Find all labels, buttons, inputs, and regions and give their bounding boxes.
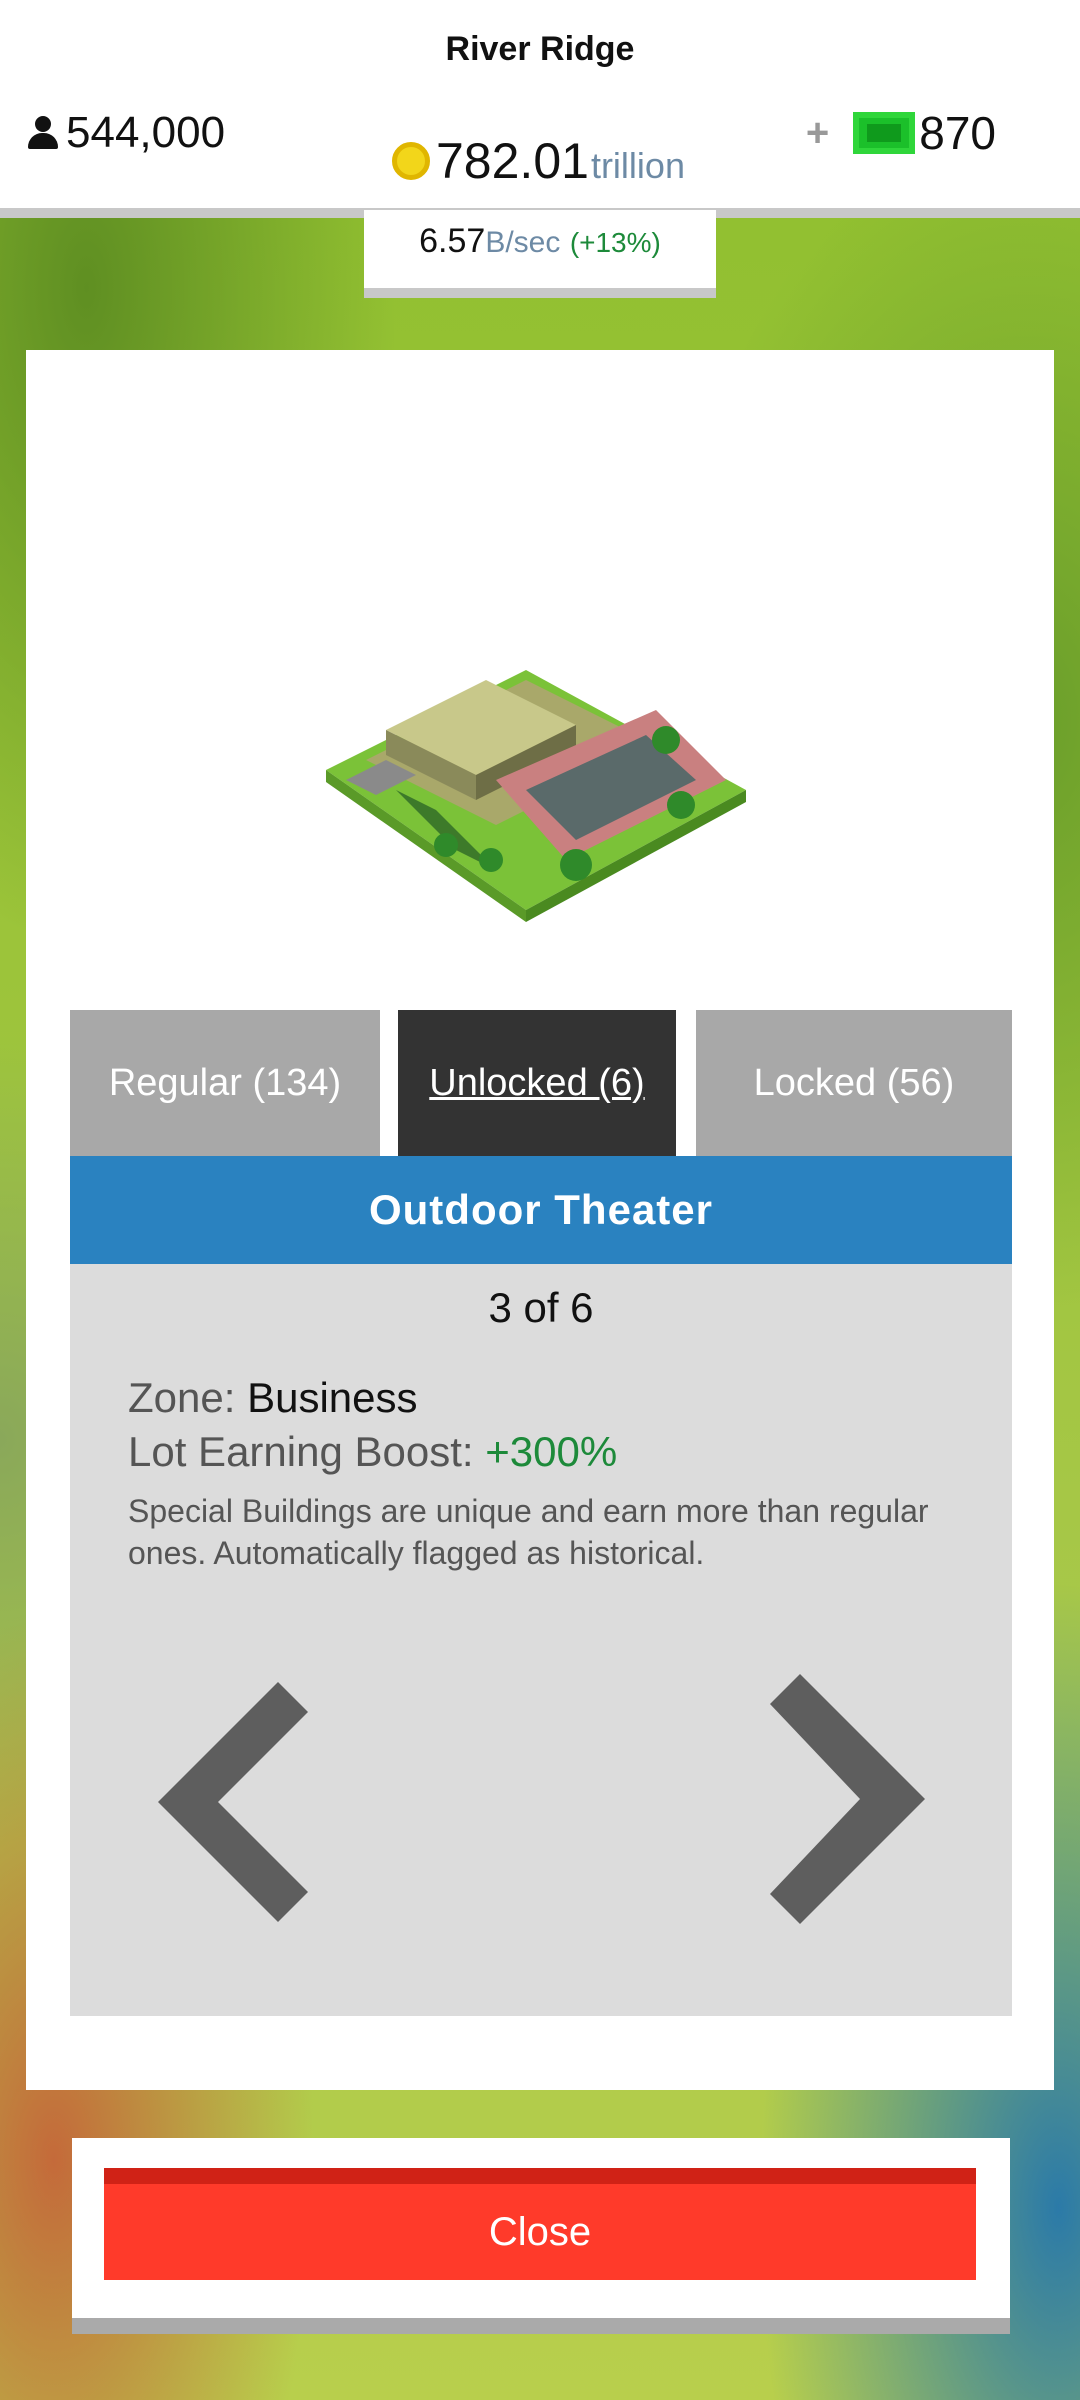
chevron-right-icon[interactable]: [760, 1674, 960, 1934]
money-display: 782.01 trillion: [392, 132, 685, 190]
rate-unit: B/sec: [485, 226, 561, 259]
building-image: [326, 670, 746, 922]
income-rate: 6.57B/sec (+13%): [364, 210, 716, 298]
zone-line: Zone: Business: [128, 1374, 418, 1422]
building-info: 3 of 6 Zone: Business Lot Earning Boost:…: [70, 1264, 1012, 2016]
building-tabs: Regular (134) Unlocked (6) Locked (56): [70, 1010, 1012, 1156]
person-icon: [26, 116, 60, 150]
building-counter: 3 of 6: [488, 1284, 594, 1331]
zone-value: Business: [247, 1374, 418, 1421]
coin-icon: [392, 142, 430, 180]
tab-locked[interactable]: Locked (56): [696, 1010, 1012, 1156]
money-unit: trillion: [590, 145, 685, 186]
top-bar: River Ridge 544,000 782.01 trillion + 87…: [0, 0, 1080, 218]
building-description: Special Buildings are unique and earn mo…: [128, 1493, 929, 1571]
gems-display[interactable]: + 870: [806, 106, 996, 160]
boost-value: +300%: [485, 1428, 618, 1475]
money-value: 782.01: [436, 133, 589, 189]
zone-label: Zone:: [128, 1374, 236, 1421]
add-gems-button[interactable]: +: [806, 111, 829, 156]
close-button[interactable]: Close: [104, 2168, 976, 2280]
boost-line: Lot Earning Boost: +300%: [128, 1428, 617, 1476]
tab-regular[interactable]: Regular (134): [70, 1010, 380, 1156]
tab-unlocked[interactable]: Unlocked (6): [398, 1010, 676, 1156]
chevron-left-icon[interactable]: [150, 1682, 350, 1942]
close-container: Close: [72, 2138, 1010, 2334]
rate-percent: (+13%): [569, 227, 661, 258]
rate-value: 6.57: [419, 222, 486, 260]
population-value: 544,000: [66, 108, 226, 157]
building-title: Outdoor Theater: [70, 1156, 1012, 1264]
city-name: River Ridge: [445, 30, 635, 68]
gems-value: 870: [919, 107, 996, 159]
cash-icon: [853, 112, 916, 154]
population-display: 544,000: [26, 108, 225, 158]
building-panel: Regular (134) Unlocked (6) Locked (56) O…: [26, 350, 1054, 2090]
boost-label: Lot Earning Boost:: [128, 1428, 474, 1475]
